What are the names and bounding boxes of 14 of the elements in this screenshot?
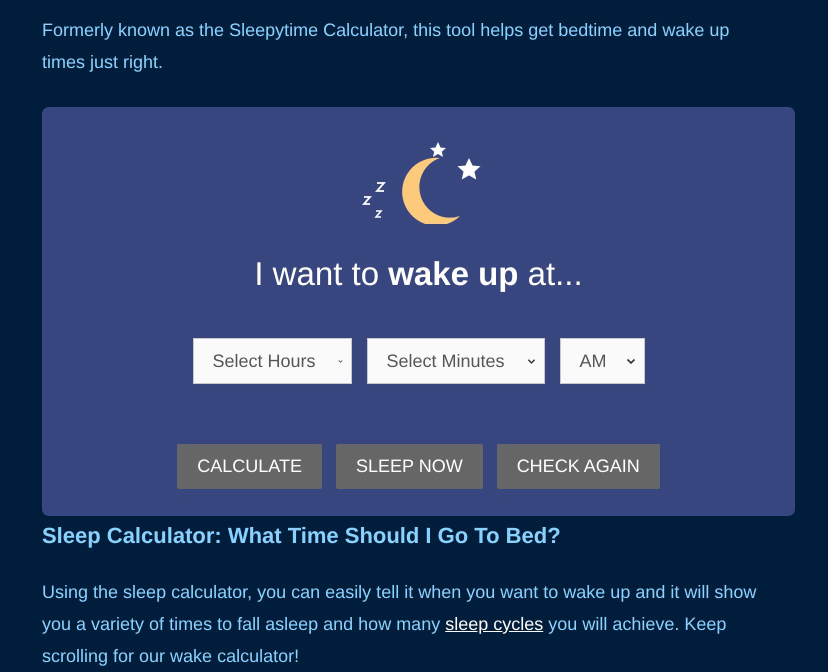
period-select[interactable]: AM [560,338,644,384]
action-button[interactable]: SLEEP NOW [336,444,483,489]
chevron-down-icon [338,358,342,364]
hours-select[interactable]: Select Hours [192,338,352,384]
minutes-select[interactable]: Select Minutes [366,338,544,384]
chevron-down-icon [626,358,636,364]
chevron-down-icon [526,358,536,364]
sleep-cycles-link[interactable]: sleep cycles [445,614,544,634]
action-button[interactable]: CHECK AGAIN [496,444,660,489]
section-heading: Sleep Calculator: What Time Should I Go To Bed? [42,522,562,550]
intro-text: Formerly known as the Sleepytime Calculator, this tool helps get bedtime and wake up times just right. [42,19,730,74]
section-paragraph: Using the sleep calculator, you can easily tell it when you want to wake up and it will show you a variety of times to fall asleep and how many sleep cycles you will achieve. Keep scrolling for our wake calculator! [42,581,758,668]
calculator-heading: I want to wake up at... [254,254,583,294]
action-button[interactable]: CALCULATE [177,444,322,489]
